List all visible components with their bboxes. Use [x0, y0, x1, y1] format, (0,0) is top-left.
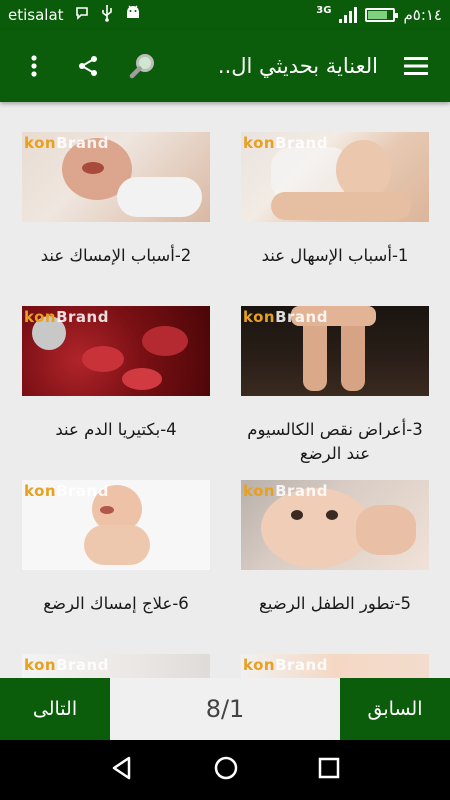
watermark-kon: kon [24, 482, 57, 500]
network-type: 3G [316, 4, 332, 16]
article-card[interactable]: konBrand [22, 654, 210, 678]
watermark-kon: kon [24, 656, 57, 674]
watermark-kon: kon [243, 308, 276, 326]
back-icon[interactable] [109, 755, 135, 785]
watermark-kon: kon [243, 134, 276, 152]
android-debug-icon [124, 4, 142, 26]
article-thumbnail: konBrand [241, 654, 429, 678]
watermark-kon: kon [243, 482, 276, 500]
battery-icon [365, 8, 399, 22]
watermark-brand: Brand [275, 482, 328, 500]
article-card[interactable]: konBrand 6-علاج إمساك الرضع [22, 480, 210, 616]
share-icon[interactable] [68, 46, 108, 86]
watermark-brand: Brand [56, 482, 109, 500]
system-navigation-bar [0, 740, 450, 800]
article-thumbnail: konBrand [241, 132, 429, 222]
watermark-kon: kon [24, 308, 57, 326]
next-button[interactable]: التالى [0, 678, 110, 740]
watermark-brand: Brand [275, 134, 328, 152]
status-bar: etisalat 3G ٥:١٤م [0, 0, 450, 30]
article-card[interactable]: konBrand [241, 654, 429, 678]
article-card[interactable]: konBrand 4-بكتيريا الدم عند [22, 306, 210, 442]
article-thumbnail: konBrand [241, 480, 429, 570]
watermark-kon: kon [243, 656, 276, 674]
chat-notification-icon [74, 5, 90, 25]
signal-icon [339, 7, 358, 23]
article-card[interactable]: konBrand 1-أسباب الإسهال عند [241, 132, 429, 268]
article-card[interactable]: konBrand 5-تطور الطفل الرضيع [241, 480, 429, 616]
article-thumbnail: konBrand [22, 654, 210, 678]
article-title: 5-تطور الطفل الرضيع [258, 594, 412, 613]
watermark-brand: Brand [275, 308, 328, 326]
watermark-brand: Brand [275, 656, 328, 674]
recent-apps-icon[interactable] [317, 756, 341, 784]
article-card[interactable]: konBrand 3-أعراض نقص الكالسيوم عند الرضع [241, 306, 429, 466]
watermark-brand: Brand [56, 134, 109, 152]
home-icon[interactable] [213, 755, 239, 785]
article-thumbnail: konBrand [22, 480, 210, 570]
app-title: العناية بحديثي ال.. [217, 54, 378, 78]
article-grid: konBrand 1-أسباب الإسهال عند konBrand 2-… [0, 102, 450, 678]
article-thumbnail: konBrand [22, 132, 210, 222]
search-icon[interactable] [122, 46, 162, 86]
pagination-bar: التالى 8/1 السابق [0, 678, 450, 740]
overflow-menu-icon[interactable] [14, 46, 54, 86]
usb-icon [100, 4, 114, 26]
carrier-name: etisalat [8, 6, 64, 24]
article-thumbnail: konBrand [22, 306, 210, 396]
article-thumbnail: konBrand [241, 306, 429, 396]
article-title: 6-علاج إمساك الرضع [43, 594, 189, 613]
article-title: 2-أسباب الإمساك عند [40, 246, 192, 265]
clock: ٥:١٤م [403, 6, 442, 24]
watermark-brand: Brand [56, 656, 109, 674]
article-title: 3-أعراض نقص الكالسيوم عند الرضع [247, 420, 423, 463]
watermark-kon: kon [24, 134, 57, 152]
article-title: 1-أسباب الإسهال عند [261, 246, 409, 265]
hamburger-menu-icon[interactable] [396, 46, 436, 86]
article-title: 4-بكتيريا الدم عند [55, 420, 177, 439]
article-card[interactable]: konBrand 2-أسباب الإمساك عند [22, 132, 210, 268]
watermark-brand: Brand [56, 308, 109, 326]
app-bar: العناية بحديثي ال.. [0, 30, 450, 102]
page-indicator: 8/1 [205, 695, 245, 723]
previous-button[interactable]: السابق [340, 678, 450, 740]
